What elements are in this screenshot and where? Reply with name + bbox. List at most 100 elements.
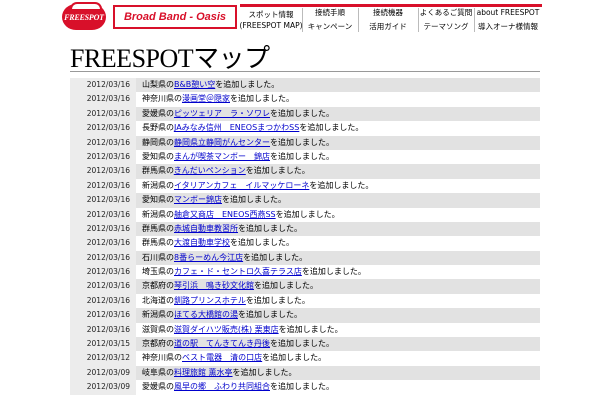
entry-text: 山梨県のB&B憩い空を追加しました。 — [136, 78, 540, 93]
nav-usage-guide[interactable]: 活用ガイド — [358, 21, 418, 33]
list-item: 2012/03/09 愛媛県の風早の郷 ふわり共同組合を追加しました。 — [70, 380, 540, 395]
spot-link[interactable]: マンボー錦店 — [174, 195, 222, 204]
entry-text: 愛知県のマンボー錦店を追加しました。 — [136, 193, 540, 208]
entry-prefecture: 石川県の — [142, 252, 174, 262]
entry-prefecture: 岐阜県の — [142, 367, 174, 377]
nav-divider — [302, 8, 303, 32]
entry-text: 静岡県の静岡県立静岡がんセンターを追加しました。 — [136, 135, 540, 150]
update-list: 2012/03/16 山梨県のB&B憩い空を追加しました。 2012/03/16 神奈… — [70, 78, 540, 395]
list-item: 2012/03/16 滋賀県の滋賀ダイハツ販売(株) 栗東店を追加しました。 — [70, 322, 540, 338]
spot-link[interactable]: 琴引浜 鳴き砂文化館 — [174, 281, 254, 290]
spot-link[interactable]: 滋賀ダイハツ販売(株) 栗東店 — [174, 325, 279, 334]
spot-link[interactable]: 釧路プリンスホテル — [174, 296, 246, 305]
entry-text: 愛媛県の風早の郷 ふわり共同組合を追加しました。 — [136, 380, 540, 395]
entry-prefecture: 神奈川県の — [142, 94, 182, 104]
entry-date: 2012/03/16 — [70, 250, 136, 266]
entry-prefecture: 愛知県の — [142, 151, 174, 161]
entry-date: 2012/03/09 — [70, 380, 136, 395]
nav-faq[interactable]: よくあるご質問 — [418, 7, 474, 19]
nav-about[interactable]: about FREESPOT — [474, 7, 542, 19]
entry-text: 京都府の琴引浜 鳴き砂文化館を追加しました。 — [136, 279, 540, 294]
entry-text: 群馬県の赤城自動車教習所を追加しました。 — [136, 221, 540, 237]
freespot-logo[interactable]: FREESPOT — [62, 2, 106, 30]
spot-link[interactable]: 漫画堂＠隠家 — [182, 94, 230, 103]
list-item: 2012/03/16 愛媛県のピッツェリア ラ・ソワレを追加しました。 — [70, 106, 540, 122]
entry-suffix: を追加しました。 — [245, 166, 310, 176]
list-item: 2012/03/16 愛知県のまんが喫茶マンボー 錦店を追加しました。 — [70, 149, 540, 165]
entry-date: 2012/03/16 — [70, 236, 136, 251]
spot-link[interactable]: 道の駅 てんきてんき丹後 — [174, 339, 270, 348]
list-item: 2012/03/16 新潟県の舳倉又商店 ENEOS西燕SSを追加しました。 — [70, 207, 540, 222]
entry-suffix: を追加しました。 — [270, 151, 334, 161]
spot-link[interactable]: きんだいペンション — [174, 166, 246, 175]
nav-campaign[interactable]: キャンペーン — [302, 21, 358, 33]
spot-link[interactable]: 8番らーめん今江店 — [174, 253, 243, 262]
nav-divider — [358, 8, 359, 32]
entry-suffix: を追加しました。 — [270, 108, 334, 118]
entry-date: 2012/03/16 — [70, 121, 136, 136]
spot-link[interactable]: 大渡自動車学校 — [174, 238, 230, 247]
entry-text: 石川県の8番らーめん今江店を追加しました。 — [136, 250, 540, 266]
entry-date: 2012/03/16 — [70, 322, 136, 338]
list-item: 2012/03/16 神奈川県の漫画堂＠隠家を追加しました。 — [70, 92, 540, 107]
entry-date: 2012/03/16 — [70, 293, 136, 309]
list-item: 2012/03/16 群馬県のきんだいペンションを追加しました。 — [70, 164, 540, 179]
entry-prefecture: 神奈川県の — [142, 353, 182, 363]
page-title: FREESPOTマップ — [70, 44, 270, 73]
spot-link[interactable]: ベスト電器 清の口店 — [182, 353, 262, 362]
nav-theme-song[interactable]: テーマソング — [418, 21, 474, 33]
entry-text: 新潟県のイタリアンカフェ イルマッケローネを追加しました。 — [136, 178, 540, 194]
nav-owner-info[interactable]: 導入オーナ様情報 — [474, 21, 542, 33]
spot-link[interactable]: 舳倉又商店 ENEOS西燕SS — [174, 210, 276, 219]
entry-suffix: を追加しました。 — [299, 123, 364, 133]
nav-spot-info[interactable]: スポット情報 (FREESPOT MAP) — [239, 7, 302, 33]
entry-prefecture: 愛媛県の — [142, 382, 174, 392]
entry-date: 2012/03/16 — [70, 308, 136, 323]
list-item: 2012/03/16 北海道の釧路プリンスホテルを追加しました。 — [70, 293, 540, 309]
spot-link[interactable]: 赤城自動車教習所 — [174, 224, 238, 233]
entry-prefecture: 山梨県の — [142, 80, 174, 89]
entry-prefecture: 滋賀県の — [142, 324, 174, 334]
spot-link[interactable]: B&B憩い空 — [174, 80, 215, 89]
spot-link[interactable]: カフェ・ド・セントロ久喜テラス店 — [174, 267, 302, 276]
nav-devices[interactable]: 接続機器 — [358, 7, 418, 19]
spot-link[interactable]: 静岡県立静岡がんセンター — [174, 138, 270, 147]
spot-link[interactable]: まんが喫茶マンボー 錦店 — [174, 152, 270, 161]
spot-link[interactable]: ピッツェリア ラ・ソワレ — [174, 109, 270, 118]
entry-date: 2012/03/16 — [70, 279, 136, 294]
entry-date: 2012/03/16 — [70, 106, 136, 122]
entry-prefecture: 群馬県の — [142, 238, 174, 248]
title-divider — [70, 71, 540, 72]
entry-text: 埼玉県のカフェ・ド・セントロ久喜テラス店を追加しました。 — [136, 265, 540, 280]
logo-text: FREESPOT — [64, 12, 104, 22]
entry-date: 2012/03/16 — [70, 221, 136, 237]
list-item: 2012/03/16 埼玉県のカフェ・ド・セントロ久喜テラス店を追加しました。 — [70, 265, 540, 280]
entry-suffix: を追加しました。 — [232, 367, 297, 377]
entry-suffix: を追加しました。 — [238, 223, 302, 233]
spot-link[interactable]: 料理旅館 薫水亭 — [174, 368, 233, 377]
entry-text: 新潟県の舳倉又商店 ENEOS西燕SSを追加しました。 — [136, 207, 540, 222]
nav-connection-steps[interactable]: 接続手順 — [302, 7, 358, 19]
list-item: 2012/03/16 愛知県のマンボー錦店を追加しました。 — [70, 193, 540, 208]
list-item: 2012/03/16 京都府の琴引浜 鳴き砂文化館を追加しました。 — [70, 279, 540, 294]
entry-date: 2012/03/16 — [70, 92, 136, 107]
entry-prefecture: 京都府の — [142, 339, 174, 349]
brand-banner[interactable]: Broad Band - Oasis — [113, 5, 237, 29]
brand-text: Broad Band - Oasis — [123, 11, 227, 23]
list-item: 2012/03/16 群馬県の赤城自動車教習所を追加しました。 — [70, 221, 540, 237]
entry-suffix: を追加しました。 — [230, 94, 294, 104]
entry-suffix: を追加しました。 — [270, 339, 334, 349]
entry-suffix: を追加しました。 — [238, 310, 302, 320]
spot-link[interactable]: 風早の郷 ふわり共同組合 — [174, 382, 270, 391]
entry-prefecture: 北海道の — [142, 295, 174, 305]
entry-prefecture: 新潟県の — [142, 209, 174, 219]
entry-date: 2012/03/16 — [70, 135, 136, 150]
entry-text: 長野県のJAみなみ信州 ENEOSまつかわSSを追加しました。 — [136, 121, 540, 136]
entry-date: 2012/03/16 — [70, 178, 136, 194]
entry-prefecture: 愛知県の — [142, 195, 174, 205]
entry-text: 神奈川県のベスト電器 清の口店を追加しました。 — [136, 351, 540, 366]
spot-link[interactable]: JAみなみ信州 ENEOSまつかわSS — [174, 123, 299, 132]
spot-link[interactable]: ほてる大橋館の湯 — [174, 310, 238, 319]
spot-link[interactable]: イタリアンカフェ イルマッケローネ — [174, 181, 309, 190]
entry-suffix: を追加しました。 — [275, 209, 340, 219]
